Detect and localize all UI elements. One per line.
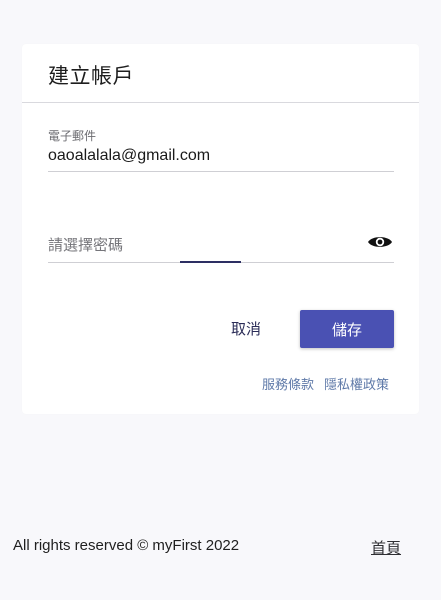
card-title: 建立帳戶 xyxy=(48,64,134,88)
password-field[interactable]: 請選擇密碼 xyxy=(48,234,123,255)
eye-icon xyxy=(367,234,393,254)
create-account-card: 建立帳戶 電子郵件 oaoalalala@gmail.com 請選擇密碼 取消 … xyxy=(22,44,419,414)
privacy-policy-link[interactable]: 隱私權政策 xyxy=(324,374,389,393)
terms-of-service-link[interactable]: 服務條款 xyxy=(262,374,314,393)
footer-copyright: All rights reserved © myFirst 2022 xyxy=(13,537,240,554)
password-focus-indicator xyxy=(180,261,241,263)
email-field[interactable]: oaoalalala@gmail.com xyxy=(48,147,210,165)
save-button[interactable]: 儲存 xyxy=(300,310,394,348)
signup-page: 建立帳戶 電子郵件 oaoalalala@gmail.com 請選擇密碼 取消 … xyxy=(0,0,441,600)
home-link[interactable]: 首頁 xyxy=(371,537,401,558)
email-underline xyxy=(48,171,394,172)
toggle-password-visibility-button[interactable] xyxy=(366,232,394,256)
title-divider xyxy=(22,102,419,103)
email-label: 電子郵件 xyxy=(48,129,97,143)
cancel-button[interactable]: 取消 xyxy=(218,310,274,346)
